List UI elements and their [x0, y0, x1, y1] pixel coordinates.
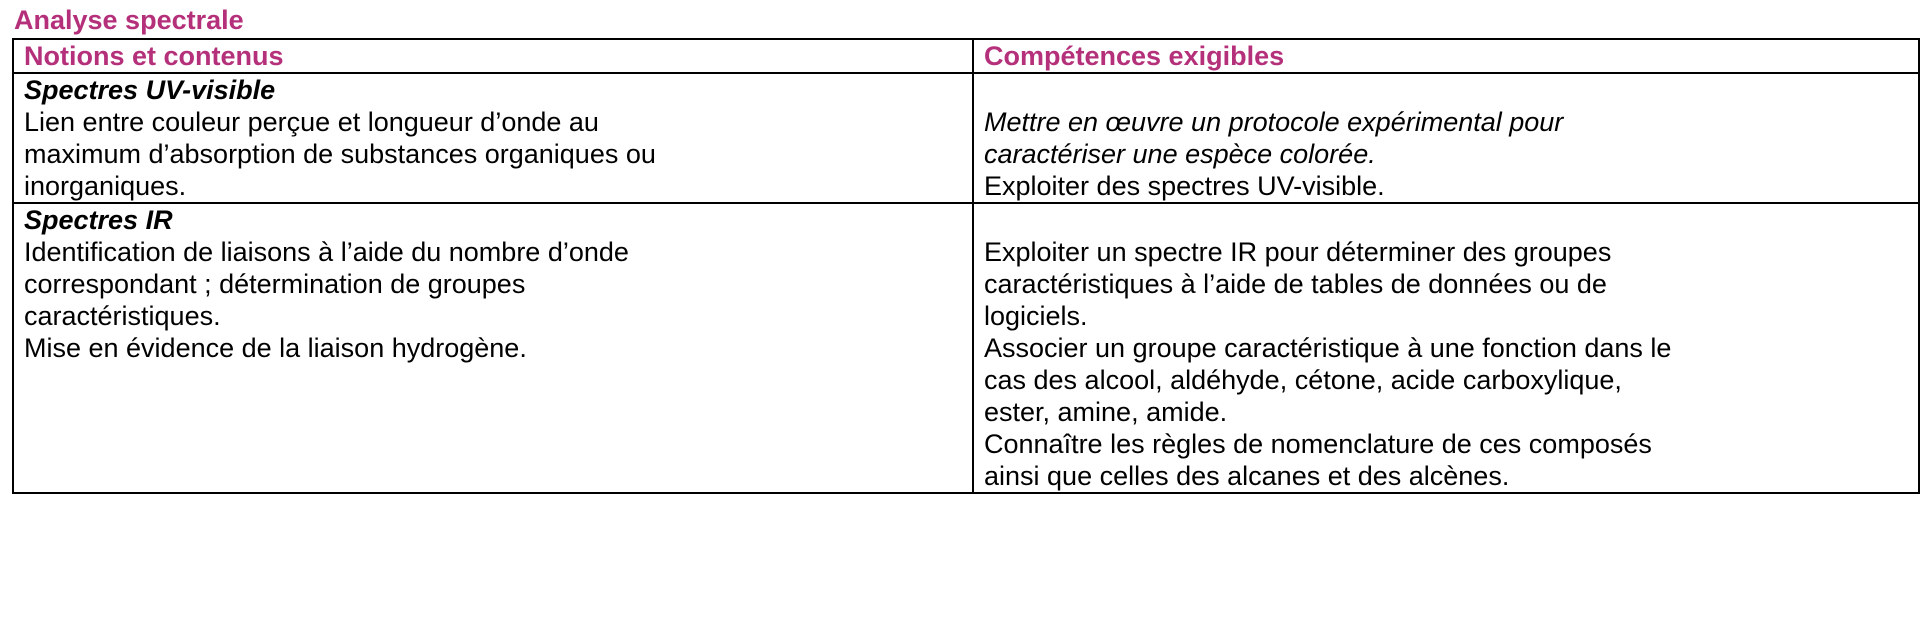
notions-cell-ir: Spectres IR Identification de liaisons à… [12, 202, 974, 494]
notions-line: Identification de liaisons à l’aide du n… [24, 237, 629, 267]
competence-line: ester, amine, amide. [984, 397, 1228, 427]
section-title-uv: Spectres UV-visible [24, 75, 276, 105]
curriculum-table: Notions et contenus Compétences exigible… [12, 38, 1920, 494]
competence-line: caractéristiques à l’aide de tables de d… [984, 269, 1607, 299]
header-competences: Compétences exigibles [972, 38, 1920, 74]
page-title: Analyse spectrale [14, 5, 244, 35]
notions-line: caractéristiques. [24, 301, 221, 331]
competence-line: Mettre en œuvre un protocole expérimenta… [984, 107, 1564, 137]
competence-line: Associer un groupe caractéristique à une… [984, 333, 1672, 363]
notions-cell-uv: Spectres UV-visible Lien entre couleur p… [12, 72, 974, 204]
notions-line: inorganiques. [24, 171, 187, 201]
competence-line: logiciels. [984, 301, 1088, 331]
table-row: Spectres IR Identification de liaisons à… [12, 202, 1920, 494]
notions-line: Mise en évidence de la liaison hydrogène… [24, 333, 527, 363]
section-title-ir: Spectres IR [24, 205, 173, 235]
header-notions: Notions et contenus [12, 38, 974, 74]
competence-line: caractériser une espèce colorée. [984, 139, 1376, 169]
competences-cell-ir: Exploiter un spectre IR pour déterminer … [972, 202, 1920, 494]
competence-line: Exploiter des spectres UV-visible. [984, 171, 1385, 201]
competences-cell-uv: Mettre en œuvre un protocole expérimenta… [972, 72, 1920, 204]
table-row: Spectres UV-visible Lien entre couleur p… [12, 72, 1920, 204]
notions-line: correspondant ; détermination de groupes [24, 269, 526, 299]
competence-line: Connaître les règles de nomenclature de … [984, 429, 1652, 459]
competence-line: ainsi que celles des alcanes et des alcè… [984, 461, 1510, 491]
notions-line: maximum d’absorption de substances organ… [24, 139, 656, 169]
competence-line: cas des alcool, aldéhyde, cétone, acide … [984, 365, 1622, 395]
notions-line: Lien entre couleur perçue et longueur d’… [24, 107, 599, 137]
table-header-row: Notions et contenus Compétences exigible… [12, 38, 1920, 74]
competence-line: Exploiter un spectre IR pour déterminer … [984, 237, 1612, 267]
